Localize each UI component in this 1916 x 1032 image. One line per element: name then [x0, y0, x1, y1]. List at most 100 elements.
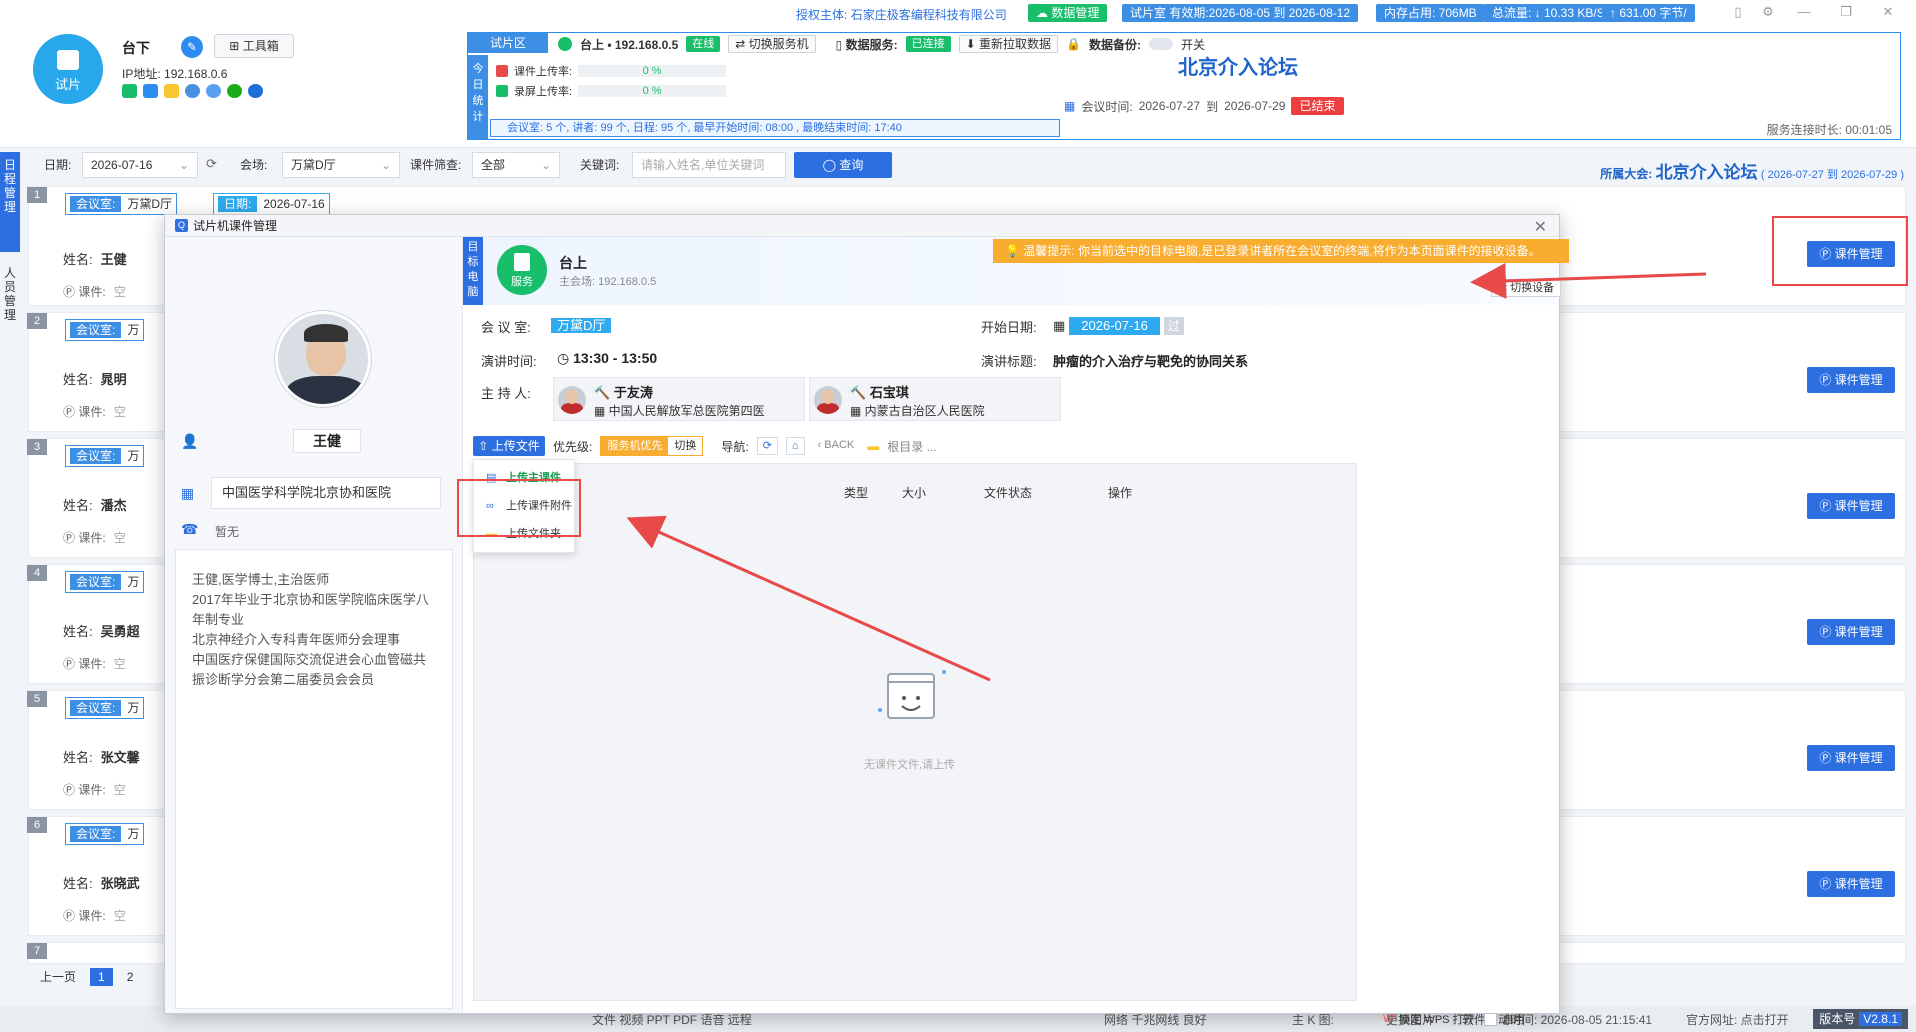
connected-badge: 已连接: [905, 36, 951, 52]
room-tag: 万黛D厅: [551, 318, 612, 333]
wps-icon: W: [1383, 1013, 1394, 1025]
conf-time-label: 会议时间:: [1081, 99, 1133, 114]
course-empty: 空: [113, 405, 126, 419]
record-rate-row: 录屏上传率: 0 %: [496, 83, 727, 99]
venue-select[interactable]: 万黛D厅 ⌄: [282, 152, 400, 178]
venue-value: 万黛D厅: [291, 158, 336, 172]
room-value: 万: [127, 701, 140, 715]
column-size: 大小: [902, 486, 927, 500]
home-icon[interactable]: ⌂: [785, 437, 805, 455]
row-number: 2: [27, 313, 47, 329]
date-select[interactable]: 2026-07-16 ⌄: [82, 152, 198, 178]
page-2-button[interactable]: 2: [119, 968, 142, 986]
upload-rate-label: 课件上传率:: [514, 66, 573, 78]
folder-icon[interactable]: [164, 84, 179, 98]
course-filter-select[interactable]: 全部 ⌄: [472, 152, 560, 178]
backup-switch-label: 开关: [1180, 37, 1205, 52]
name-label: 姓名:: [63, 876, 93, 891]
belong-range: ( 2026-07-27 到 2026-07-29 ): [1760, 169, 1904, 181]
server-label: 服务: [511, 276, 533, 288]
back-button[interactable]: ‹ BACK: [812, 437, 860, 455]
row-name: 姓名: 王健: [63, 249, 127, 268]
android-icon[interactable]: [122, 84, 137, 98]
switch-device-button[interactable]: ⇄ 切换设备: [1491, 279, 1561, 297]
speaker-org: 中国医学科学院北京协和医院: [211, 477, 441, 509]
priority-switch[interactable]: 切换: [668, 437, 702, 455]
pagination: 上一页 1 2: [32, 968, 141, 986]
target-ip: 主会场: 192.168.0.5: [559, 276, 657, 288]
browser-icon[interactable]: [248, 84, 263, 98]
belong-conference: 所属大会: 北京介入论坛 ( 2026-07-27 到 2026-07-29 ): [1600, 158, 1904, 183]
globe-icon[interactable]: [206, 84, 221, 98]
host-card: 🔨 于友涛 ▦ 中国人民解放军总医院第四医: [553, 377, 805, 421]
website-link[interactable]: 官方网址: 点击打开: [1686, 1011, 1789, 1028]
top-bar: 试片 台下 ✎ ⊞ 工具箱 IP地址: 192.168.0.6 授权主体: 石家…: [0, 0, 1916, 148]
wps-checkbox[interactable]: [1483, 1012, 1497, 1026]
data-management-button[interactable]: ☁ 数据管理: [1028, 4, 1108, 22]
toolbox-button[interactable]: ⊞ 工具箱: [214, 34, 294, 58]
chevron-down-icon: ⌄: [380, 158, 391, 172]
wps-enable-label: 启用: [1502, 1014, 1525, 1026]
row-name: 姓名: 张晓武: [63, 873, 140, 892]
close-icon[interactable]: ✕: [1534, 217, 1547, 237]
course-manage-button[interactable]: Ⓟ 课件管理: [1807, 619, 1895, 645]
row-course: Ⓟ 课件: 空: [63, 405, 126, 419]
name-label: 姓名:: [63, 750, 93, 765]
row-course: Ⓟ 课件: 空: [63, 783, 126, 797]
refetch-button[interactable]: ⬇ 重新拉取数据: [958, 35, 1059, 53]
empty-folder-icon: [878, 670, 946, 719]
tab-preview-area[interactable]: 试片区: [468, 33, 548, 53]
version-label: 版本号: [1819, 1012, 1856, 1026]
edit-icon[interactable]: ✎: [181, 36, 203, 58]
course-manage-button[interactable]: Ⓟ 课件管理: [1807, 871, 1895, 897]
ip-address: IP地址: 192.168.0.6: [122, 65, 227, 82]
switch-server-label: 切换服务机: [748, 37, 809, 51]
conference-title: 北京介入论坛: [1178, 57, 1298, 79]
minimize-icon[interactable]: —: [1796, 4, 1812, 20]
server-badge: 服务: [497, 245, 547, 295]
info-panel: 试片区 台上 • 192.168.0.5 在线 ⇄ 切换服务机 ▯ 数据服务: …: [467, 32, 1901, 140]
network-icon[interactable]: [185, 84, 200, 98]
upload-rate-row: 课件上传率: 0 %: [496, 63, 727, 79]
traffic-badge: 总流量: ↓ 10.33 KB/S: [1484, 4, 1613, 22]
trash-icon[interactable]: ▯: [1730, 4, 1746, 20]
refresh-icon[interactable]: ⟳: [206, 156, 217, 172]
backup-toggle[interactable]: [1148, 38, 1173, 50]
user-icon: 👤: [181, 433, 199, 449]
close-window-icon[interactable]: ✕: [1880, 4, 1896, 20]
row-number: 7: [27, 943, 47, 959]
monitor-icon[interactable]: [143, 84, 158, 98]
course-manage-button[interactable]: Ⓟ 课件管理: [1807, 367, 1895, 393]
room-chip: 会议室: 万: [65, 823, 145, 845]
belong-label: 所属大会:: [1600, 167, 1653, 181]
course-empty: 空: [113, 657, 126, 671]
talk-title: 肿瘤的介入治疗与靶免的协同关系: [1053, 354, 1249, 369]
row-number: 5: [27, 691, 47, 707]
priority-server-first[interactable]: 服务机优先: [601, 437, 669, 455]
prev-page-button[interactable]: 上一页: [32, 968, 84, 986]
room-value: 万: [127, 323, 140, 337]
keyword-input[interactable]: 请输入姓名,单位关键词: [632, 152, 786, 178]
switch-server-button[interactable]: ⇄ 切换服务机: [728, 35, 816, 53]
settings-icon[interactable]: ⚙: [1760, 4, 1776, 20]
nav-people[interactable]: 人员管理: [0, 260, 20, 360]
start-date-value: 2026-07-16: [1069, 317, 1160, 335]
page-1-button[interactable]: 1: [90, 968, 113, 986]
toolbox-label: 工具箱: [242, 39, 279, 53]
course-manage-button[interactable]: Ⓟ 课件管理: [1807, 493, 1895, 519]
course-manage-button[interactable]: Ⓟ 课件管理: [1807, 745, 1895, 771]
upload-file-button[interactable]: ⇧ 上传文件: [473, 436, 545, 456]
upload-file-label: 上传文件: [491, 439, 540, 453]
speaker-name: 张文馨: [100, 750, 140, 765]
wechat-icon[interactable]: [227, 84, 242, 98]
speaker-name: 潘杰: [100, 498, 127, 513]
nav-schedule[interactable]: 日程管理: [0, 152, 20, 252]
priority-toggle[interactable]: 服务机优先 切换: [600, 436, 704, 456]
query-button[interactable]: ◯ 查询: [794, 152, 892, 178]
speaker-name: 晁明: [100, 372, 127, 387]
talk-title-label: 演讲标题:: [981, 354, 1037, 369]
restore-icon[interactable]: ❐: [1838, 4, 1854, 20]
refresh-icon[interactable]: ⟳: [756, 437, 778, 455]
room-value: 万: [127, 575, 140, 589]
row-name: 姓名: 吴勇超: [63, 621, 140, 640]
